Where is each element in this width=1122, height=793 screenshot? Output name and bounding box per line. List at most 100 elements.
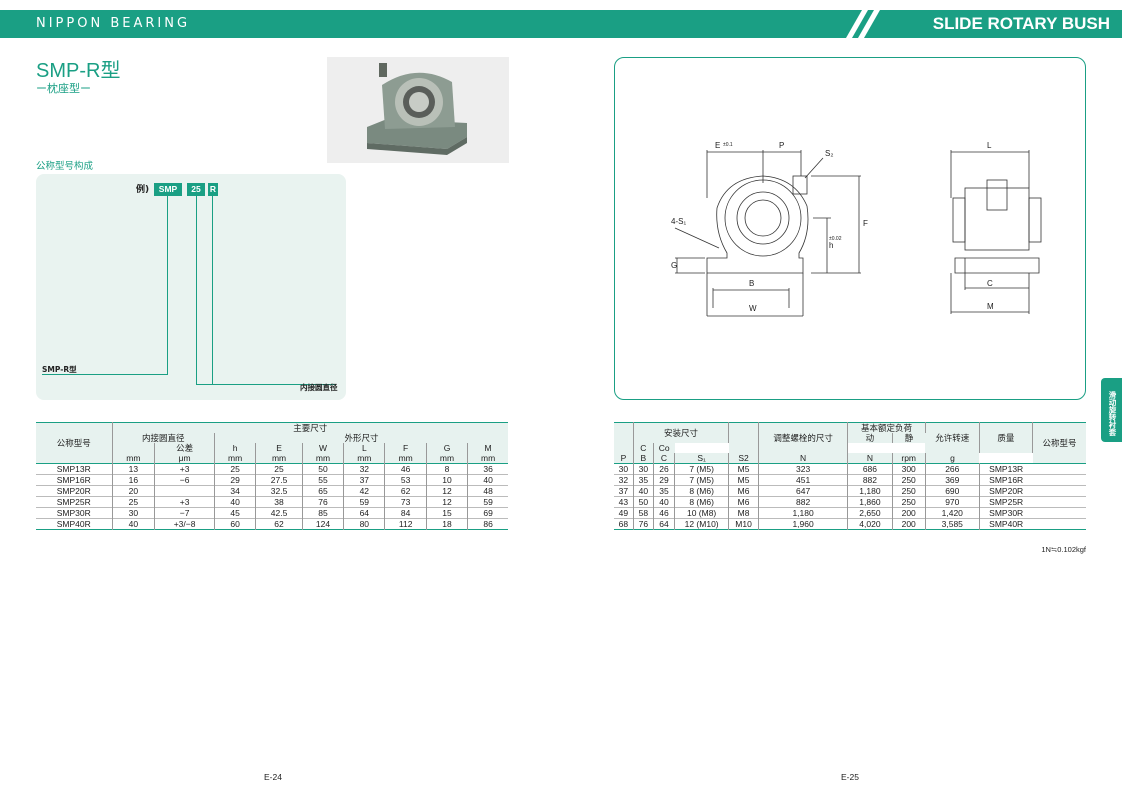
table-cell: 13	[112, 463, 156, 475]
table-row: 37 40 35 8 (M6) M6 647 1,180 250 690 SMP20R	[614, 485, 1086, 497]
table-cell: 36	[483, 464, 493, 474]
catalog-section-title: SLIDE ROTARY BUSH	[932, 14, 1110, 33]
table-cell: 1,180	[758, 507, 849, 519]
table-row: 30 30 26 7 (M5) M5 323 686 300 266 SMP13R	[614, 463, 1086, 475]
table-cell: 1,420	[925, 507, 980, 519]
table-cell: 7 (M5)	[674, 474, 730, 486]
table-cell: 85	[302, 507, 345, 519]
th-col-B: B	[633, 453, 654, 464]
th-dyn: 动	[847, 433, 893, 443]
table-cell: −6	[154, 474, 215, 486]
th-main: 主要尺寸	[112, 422, 508, 433]
table-cell	[154, 485, 215, 497]
table-cell: 37	[614, 485, 634, 497]
table-cell: 30	[633, 463, 654, 475]
header-bar: NIPPON BEARING SLIDE ROTARY BUSH	[0, 10, 1122, 38]
th-bore: 内接圆直径	[112, 433, 215, 443]
table-cell: 45	[214, 507, 257, 519]
table-row: SMP40R 40 +3/−8 60 62 124 80 112 18 86	[36, 518, 508, 530]
dim-label-G: G	[671, 261, 677, 270]
table-cell: 49	[614, 507, 634, 519]
th-unit: mm	[384, 453, 427, 464]
th-bore-blank	[112, 443, 156, 453]
th-col-C: C	[633, 443, 654, 453]
th-col-M: M	[467, 443, 508, 453]
table-cell: 46	[653, 507, 676, 519]
table-cell: SMP40R	[989, 519, 1024, 529]
slash-decoration-icon	[846, 10, 880, 38]
code-section-title: 公称型号构成	[36, 161, 94, 172]
table-cell: 48	[483, 486, 493, 496]
table-cell: 10 (M8)	[674, 507, 730, 519]
th-load: 基本额定负荷	[847, 422, 926, 433]
dimension-drawing: E ±0.1 P S₂ 4-S₁ F h ±0.02 G B W L C M	[614, 57, 1086, 400]
table-row: SMP13R 13 +3 25 25 50 32 46 8 36	[36, 463, 508, 475]
dim-label-S2: S₂	[825, 149, 833, 158]
dim-label-W: W	[749, 304, 757, 313]
th-mass: 质量	[979, 422, 1034, 453]
table-cell: SMP25R	[36, 496, 113, 508]
dim-label-P: P	[779, 141, 784, 150]
table-cell: 25	[255, 463, 303, 475]
th-blank	[728, 422, 759, 453]
side-index-tab: 滑动旋转衬套	[1101, 378, 1122, 442]
code-label-type: SMP-R型	[42, 365, 77, 374]
table-cell: 882	[758, 496, 849, 508]
table-cell: 200	[892, 507, 926, 519]
table-cell: 12 (M10)	[674, 518, 730, 530]
th-unit: S2	[728, 453, 759, 464]
table-cell: 42	[343, 485, 386, 497]
dim-label-E-tol: ±0.1	[723, 142, 733, 148]
th-col-G: G	[426, 443, 469, 453]
th-blank	[614, 422, 634, 453]
brand-name: NIPPON BEARING	[36, 16, 191, 31]
product-subtitle: ー枕座型ー	[36, 82, 91, 95]
th-col-Co: Co	[653, 443, 675, 453]
table-cell: 250	[892, 485, 926, 497]
table-cell: 86	[483, 519, 493, 529]
code-diagram-panel: 例) SMP 25 R SMP-R型 内接圆直径	[36, 174, 346, 400]
table-cell: 10	[426, 474, 469, 486]
unit-note: 1N≒0.102kgf	[1041, 545, 1086, 554]
table-cell: 686	[847, 463, 893, 475]
table-cell: 647	[758, 485, 849, 497]
th-static: 静	[892, 433, 926, 443]
product-photo	[327, 57, 509, 163]
table-cell: 12	[426, 496, 469, 508]
table-cell: 29	[214, 474, 257, 486]
table-cell: 300	[892, 463, 926, 475]
table-cell: 50	[302, 463, 345, 475]
th-tol: 公差	[154, 443, 215, 453]
table-cell: 64	[653, 518, 676, 530]
table-cell: 451	[758, 474, 849, 486]
table-cell: SMP13R	[36, 463, 113, 475]
code-part-size: 25	[187, 183, 205, 196]
table-cell: 58	[633, 507, 654, 519]
dim-label-M: M	[987, 302, 994, 311]
th-col-S1: S₁	[674, 453, 730, 464]
table-cell: 40	[112, 518, 156, 530]
table-cell: 250	[892, 496, 926, 508]
table-cell: 62	[384, 485, 427, 497]
table-cell: 35	[653, 485, 676, 497]
table-row: 32 35 29 7 (M5) M5 451 882 250 369 SMP16R	[614, 474, 1086, 486]
table-cell: 1,960	[758, 518, 849, 530]
table-cell: 970	[925, 496, 980, 508]
table-cell: 64	[343, 507, 386, 519]
table-cell: SMP20R	[36, 485, 113, 497]
th-speed: 允许转速	[925, 422, 980, 453]
dim-label-B: B	[749, 279, 754, 288]
table-cell: 62	[255, 518, 303, 530]
th-col-W: W	[302, 443, 345, 453]
table-cell: 32	[614, 474, 634, 486]
table-cell: SMP20R	[989, 486, 1024, 496]
table-cell: 80	[343, 518, 386, 530]
table-cell: 29	[653, 474, 676, 486]
table-row: 49 58 46 10 (M8) M8 1,180 2,650 200 1,420 SMP30R	[614, 507, 1086, 519]
table-cell: 266	[925, 463, 980, 475]
table-cell: 68	[614, 518, 634, 530]
table-cell: SMP40R	[36, 518, 113, 530]
th-col-F: F	[384, 443, 427, 453]
code-part-suffix: R	[208, 183, 218, 196]
table-row: SMP16R 16 −6 29 27.5 55 37 53 10 40	[36, 474, 508, 486]
